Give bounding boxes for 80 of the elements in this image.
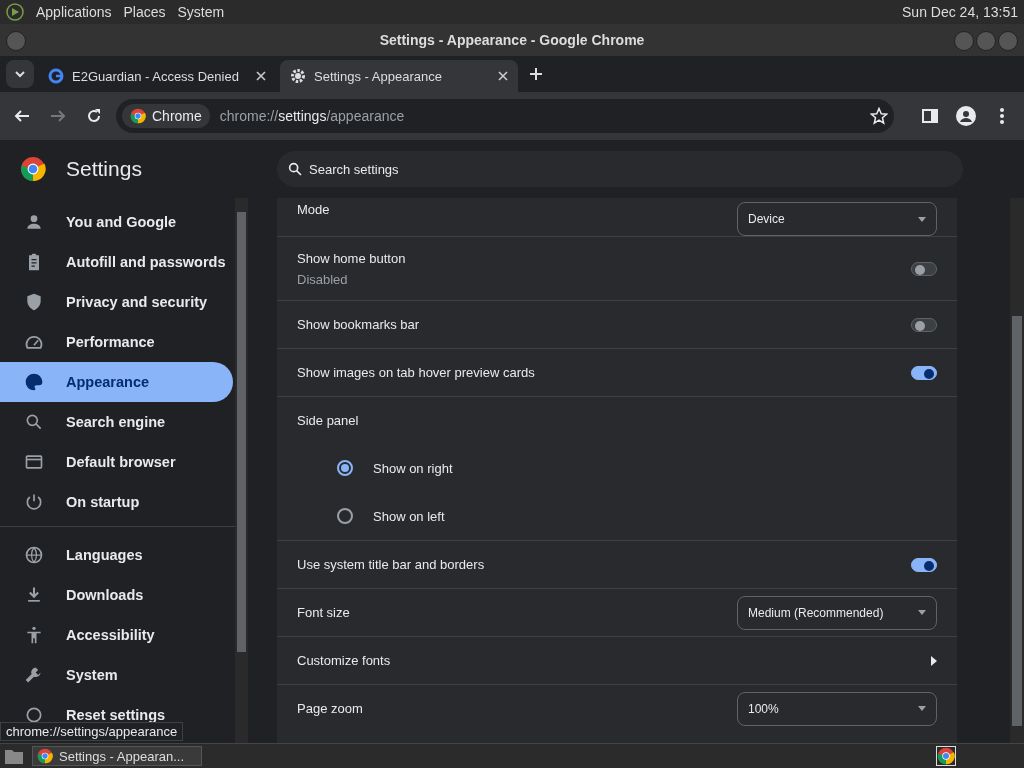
setting-label: Show home button: [297, 250, 407, 266]
dropdown[interactable]: Medium (Recommended): [737, 595, 937, 630]
sidebar-item[interactable]: Accessibility: [0, 615, 233, 655]
address-bar[interactable]: Chrome chrome://settings/appearance: [116, 99, 894, 133]
forward-arrow-icon: [50, 108, 66, 124]
reload-icon: [86, 108, 102, 124]
gear-icon: [290, 68, 306, 84]
sidebar-item[interactable]: Autofill and passwords: [0, 242, 233, 282]
setting-label: Use system title bar and borders: [297, 557, 486, 572]
browser-tab[interactable]: Settings - Appearance: [280, 60, 518, 92]
person-icon: [24, 212, 44, 232]
accessibility-icon: [24, 625, 44, 645]
chrome-logo-icon: [130, 108, 146, 124]
dropdown[interactable]: 100%: [737, 691, 937, 726]
toggle-switch[interactable]: [911, 365, 937, 380]
sidebar-item[interactable]: System: [0, 655, 233, 695]
setting-label: Side panel: [297, 413, 360, 428]
clock: Sun Dec 24, 13:51: [902, 4, 1018, 20]
settings-logo-icon: [20, 156, 46, 182]
content-scrollbar[interactable]: [1010, 198, 1024, 744]
radio-label[interactable]: Show on right: [373, 460, 453, 476]
radio-button[interactable]: [337, 460, 353, 476]
setting-label: Show images on tab hover preview cards: [297, 365, 536, 380]
menu-logo-icon[interactable]: [6, 3, 24, 21]
side-panel-icon: [922, 108, 938, 124]
sidebar-scrollbar[interactable]: [235, 198, 248, 744]
taskbar-window[interactable]: Settings - Appearan...: [32, 746, 202, 766]
setting-label: Page zoom: [297, 701, 364, 716]
setting-label: Mode: [297, 202, 331, 217]
toggle-switch[interactable]: [911, 261, 937, 276]
toggle-switch[interactable]: [911, 317, 937, 332]
caret-icon: [918, 610, 926, 615]
back-arrow-icon: [14, 108, 30, 124]
globe-icon: [24, 545, 44, 565]
person-icon: [956, 106, 976, 126]
caret-icon: [918, 216, 926, 222]
panel-menu[interactable]: System: [177, 4, 225, 20]
plus-icon: [529, 67, 543, 81]
power-icon: [24, 492, 44, 512]
shield-icon: [24, 292, 44, 312]
chevron-down-icon: [15, 69, 25, 79]
caret-icon: [918, 706, 926, 711]
sidebar-item[interactable]: Appearance: [0, 362, 233, 402]
chrome-logo-icon: [37, 748, 53, 764]
window-title: Settings - Appearance - Google Chrome: [379, 32, 645, 48]
star-icon[interactable]: [870, 107, 888, 125]
chevron-right-icon: [931, 655, 937, 666]
close-tab-icon[interactable]: [256, 71, 266, 81]
sidebar-item[interactable]: Languages: [0, 535, 233, 575]
status-url-tooltip: chrome://settings/appearance: [0, 722, 184, 741]
google-g-icon: [48, 68, 64, 84]
sidebar-item[interactable]: On startup: [0, 482, 233, 522]
folder-icon[interactable]: [4, 747, 24, 765]
close-tab-icon[interactable]: [498, 71, 508, 81]
setting-label: Show bookmarks bar: [297, 317, 421, 332]
tab-search-button[interactable]: [6, 60, 34, 88]
sidebar-item[interactable]: Downloads: [0, 575, 233, 615]
radio-button[interactable]: [337, 508, 353, 524]
site-chip[interactable]: Chrome: [122, 104, 210, 128]
search-field[interactable]: Search settings: [277, 151, 963, 187]
customize-fonts-row[interactable]: Customize fonts: [277, 636, 957, 684]
radio-label[interactable]: Show on left: [373, 508, 445, 524]
sidebar-item[interactable]: Default browser: [0, 442, 233, 482]
setting-sublabel: Disabled: [297, 271, 349, 287]
palette-icon: [24, 372, 44, 392]
setting-label: Font size: [297, 605, 351, 620]
browser-tab[interactable]: E2Guardian - Access Denied: [38, 60, 276, 92]
sidebar-item[interactable]: Search engine: [0, 402, 233, 442]
url-text: chrome://settings/appearance: [219, 108, 405, 124]
search-icon: [24, 412, 44, 432]
dropdown[interactable]: Device: [737, 202, 937, 236]
settings-title: Settings: [66, 157, 142, 181]
panel-menu[interactable]: Places: [123, 4, 166, 20]
sidebar-item[interactable]: Performance: [0, 322, 233, 362]
sidebar-item[interactable]: Privacy and security: [0, 282, 233, 322]
menu-icon: [1000, 108, 1004, 124]
toggle-switch[interactable]: [911, 557, 937, 572]
sidebar-item[interactable]: You and Google: [0, 202, 233, 242]
panel-menu[interactable]: Applications: [36, 4, 112, 20]
browser-window-icon: [24, 452, 44, 472]
